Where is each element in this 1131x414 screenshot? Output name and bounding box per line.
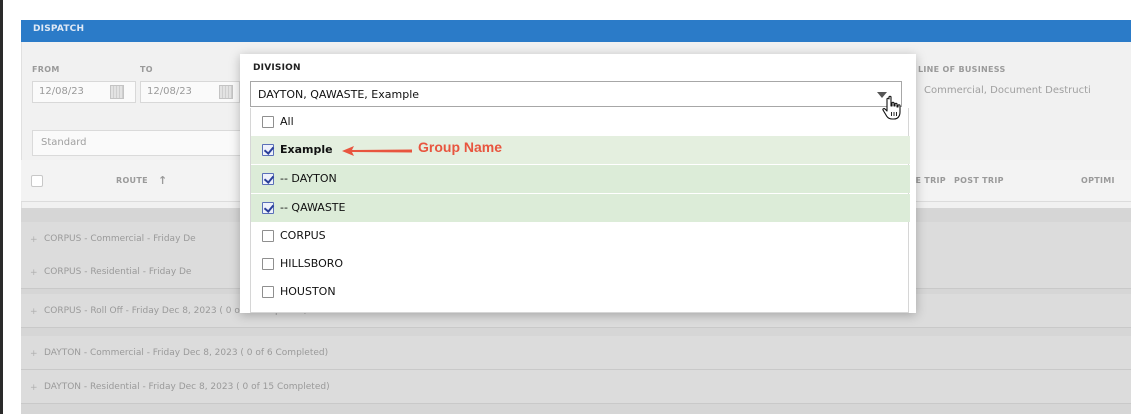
option-label: CORPUS [280,229,326,242]
route-group-row[interactable]: + DAYTON - Residential - Friday Dec 8, 2… [21,370,1131,404]
to-date-value: 12/08/23 [147,86,192,97]
expand-icon[interactable]: + [30,349,38,359]
page-title: DISPATCH [33,24,85,34]
select-all-checkbox[interactable] [31,175,43,187]
optimize-column-header: OPTIMI [1081,176,1115,185]
expand-icon[interactable]: + [30,307,38,317]
to-label: TO [140,65,153,74]
checkbox[interactable] [262,286,274,298]
post-trip-column-header: POST TRIP [954,176,1004,185]
checkbox[interactable] [262,144,274,156]
calendar-icon[interactable] [110,85,124,99]
route-group-label: DAYTON - Commercial - Friday Dec 8, 2023… [44,348,329,358]
annotation-label: Group Name [418,139,503,155]
division-select-value: DAYTON, QAWASTE, Example [258,88,420,101]
dispatch-header-bar: DISPATCH [21,20,1131,42]
checkbox[interactable] [262,230,274,242]
option-label: -- DAYTON [280,172,337,185]
route-group-label: CORPUS - Commercial - Friday De [44,234,196,244]
route-column-header[interactable]: ROUTE [116,176,148,185]
division-option-all[interactable]: All [251,108,910,136]
option-label: All [280,115,294,128]
route-group-label: DAYTON - Residential - Friday Dec 8, 202… [44,382,330,392]
from-date-value: 12/08/23 [39,86,84,97]
line-of-business-label: LINE OF BUSINESS [918,65,1006,74]
checkbox[interactable] [262,202,274,214]
option-label: Example [280,143,333,156]
checkbox[interactable] [262,116,274,128]
checkbox[interactable] [262,258,274,270]
division-option-houston[interactable]: HOUSTON [251,278,910,306]
calendar-icon[interactable] [219,85,233,99]
sort-ascending-icon[interactable]: ↑ [158,174,168,187]
view-select-value: Standard [41,137,87,148]
route-group-label: CORPUS - Residential - Friday De [44,267,192,277]
option-label: HILLSBORO [280,257,344,270]
line-of-business-value: Commercial, Document Destructi [924,85,1091,96]
option-label: -- QAWASTE [280,201,346,214]
expand-icon[interactable]: + [30,235,38,245]
route-group-row[interactable]: + DAYTON - Commercial - Friday Dec 8, 20… [21,336,1131,370]
division-popup: DIVISION DAYTON, QAWASTE, Example All Ex… [240,54,916,313]
division-label: DIVISION [253,63,301,73]
expand-icon[interactable]: + [30,268,38,278]
division-option-hillsboro[interactable]: HILLSBORO [251,250,910,278]
from-label: FROM [32,65,60,74]
annotation-arrow-icon [342,146,412,156]
window-edge [0,0,3,414]
option-label: HOUSTON [280,285,336,298]
hand-cursor-icon [882,95,901,120]
line-of-business-field[interactable]: Commercial, Document Destructi [916,81,1131,103]
division-option-dayton[interactable]: -- DAYTON [251,165,910,193]
checkbox[interactable] [262,173,274,185]
division-option-corpus[interactable]: CORPUS [251,222,910,250]
division-options-list: All Example -- DAYTON -- QAWASTE CORPUS … [250,108,910,313]
division-select[interactable]: DAYTON, QAWASTE, Example [250,81,902,107]
division-option-qawaste[interactable]: -- QAWASTE [251,194,910,222]
expand-icon[interactable]: + [30,383,38,393]
view-select[interactable]: Standard [32,130,247,156]
